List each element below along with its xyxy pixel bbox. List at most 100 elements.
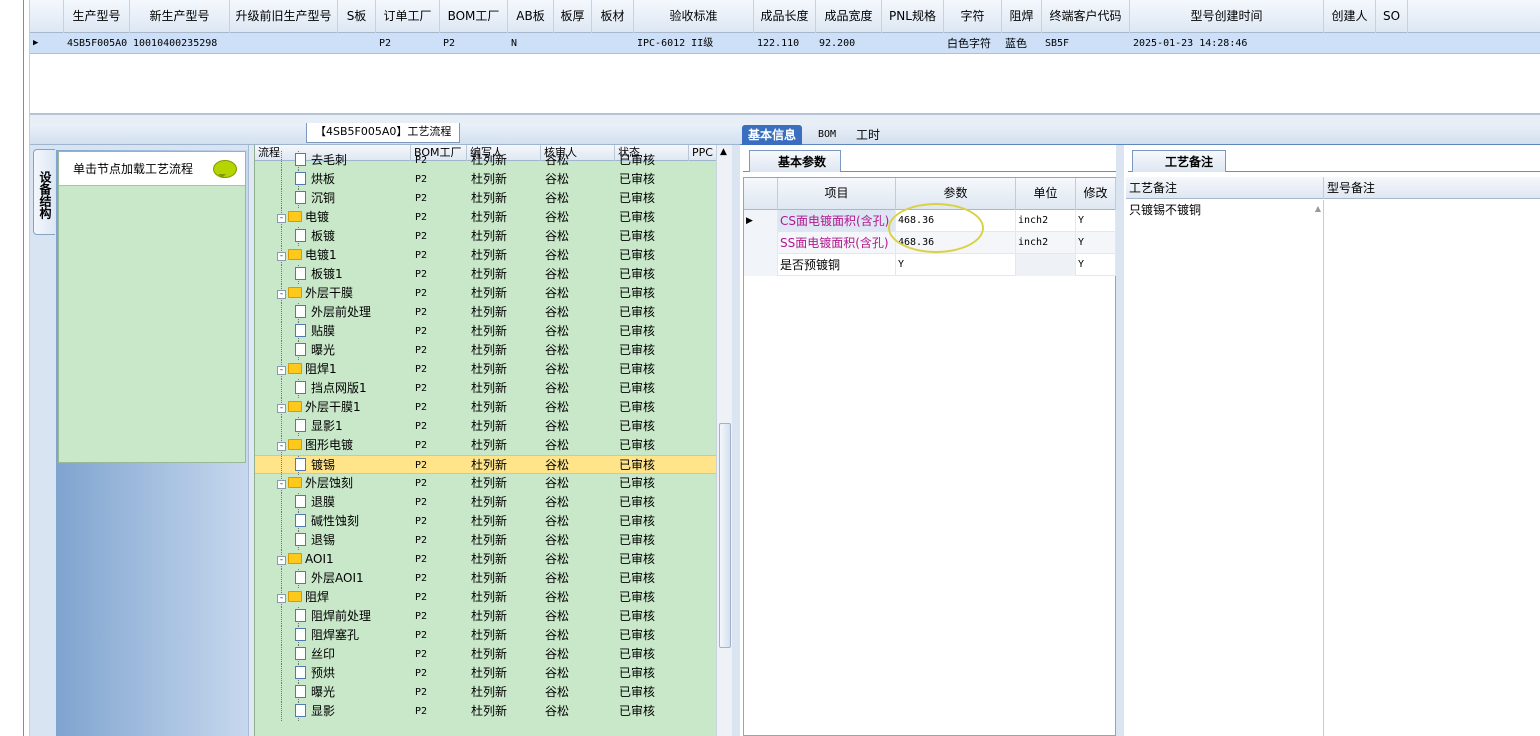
tree-node-label[interactable]: 碱性蚀刻 xyxy=(295,512,359,531)
cell-s-board[interactable] xyxy=(338,33,376,54)
tree-row[interactable]: - 阻焊 P2 杜列新 谷松 已审核 xyxy=(255,588,716,607)
tree-row[interactable]: 阻焊塞孔 P2 杜列新 谷松 已审核 xyxy=(255,626,716,645)
tree-row[interactable]: 外层前处理 P2 杜列新 谷松 已审核 xyxy=(255,303,716,322)
tree-row[interactable]: 贴膜 P2 杜列新 谷松 已审核 xyxy=(255,322,716,341)
tab-basic-info[interactable]: 基本信息 xyxy=(742,125,803,145)
col-header[interactable]: 字符 xyxy=(944,0,1002,33)
col-header[interactable]: S板 xyxy=(338,0,376,33)
tree-row[interactable]: 显影 P2 杜列新 谷松 已审核 xyxy=(255,702,716,721)
tree-node-label[interactable]: 阻焊塞孔 xyxy=(295,626,359,645)
tree-row[interactable]: - AOI1 P2 杜列新 谷松 已审核 xyxy=(255,550,716,569)
cell-order-factory[interactable]: P2 xyxy=(376,33,440,54)
tree-node-label[interactable]: 烘板 xyxy=(295,170,335,189)
tree-node-label[interactable]: 挡点网版1 xyxy=(295,379,367,398)
notes-col-process[interactable]: 工艺备注 xyxy=(1126,177,1324,199)
col-header[interactable]: AB板 xyxy=(508,0,554,33)
tree-node-label[interactable]: 预烘 xyxy=(295,664,335,683)
cell-creator[interactable] xyxy=(1324,33,1376,54)
col-header[interactable]: 升级前旧生产型号 xyxy=(230,0,338,33)
equipment-structure-tab[interactable]: 设备结构 xyxy=(33,149,55,235)
cell-bom-factory[interactable]: P2 xyxy=(440,33,508,54)
tab-hours[interactable]: 工时 xyxy=(850,125,886,145)
col-header[interactable]: 型号创建时间 xyxy=(1130,0,1324,33)
col-header[interactable]: PNL规格 xyxy=(882,0,944,33)
tree-node-label[interactable]: - 外层干膜 xyxy=(277,284,353,303)
tab-basic-params[interactable]: 基本参数 xyxy=(749,150,842,172)
cell-so[interactable] xyxy=(1376,33,1408,54)
tree-node-label[interactable]: 去毛刺 xyxy=(295,151,347,170)
col-header[interactable]: BOM工厂 xyxy=(440,0,508,33)
tree-node-label[interactable]: 外层前处理 xyxy=(295,303,371,322)
tree-row[interactable]: 去毛刺 P2 杜列新 谷松 已审核 xyxy=(255,151,716,170)
tree-node-label[interactable]: 曝光 xyxy=(295,341,335,360)
collapse-icon[interactable]: - xyxy=(277,556,286,565)
tree-row[interactable]: 板镀 P2 杜列新 谷松 已审核 xyxy=(255,227,716,246)
tree-row[interactable]: 阻焊前处理 P2 杜列新 谷松 已审核 xyxy=(255,607,716,626)
tree-row[interactable]: - 外层干膜 P2 杜列新 谷松 已审核 xyxy=(255,284,716,303)
col-header[interactable]: 创建人 xyxy=(1324,0,1376,33)
collapse-icon[interactable]: - xyxy=(277,290,286,299)
param-unit[interactable]: inch2 xyxy=(1016,210,1076,232)
col-header[interactable]: 板厚 xyxy=(554,0,592,33)
collapse-icon[interactable]: - xyxy=(277,442,286,451)
cell-old-model[interactable] xyxy=(230,33,338,54)
scroll-up-icon[interactable]: ▲ xyxy=(720,147,727,157)
tree-node-label[interactable]: - 电镀 xyxy=(277,208,329,227)
tree-row[interactable]: 曝光 P2 杜列新 谷松 已审核 xyxy=(255,683,716,702)
col-header[interactable]: 成品宽度 xyxy=(816,0,882,33)
params-col-mod[interactable]: 修改 xyxy=(1076,178,1116,210)
cell-created[interactable]: 2025-01-23 14:28:46 xyxy=(1130,33,1324,54)
tree-row[interactable]: 退膜 P2 杜列新 谷松 已审核 xyxy=(255,493,716,512)
tree-row[interactable]: 曝光 P2 杜列新 谷松 已审核 xyxy=(255,341,716,360)
tree-node-label[interactable]: 外层AOI1 xyxy=(295,569,364,588)
cell-width[interactable]: 92.200 xyxy=(816,33,882,54)
tree-row[interactable]: - 阻焊1 P2 杜列新 谷松 已审核 xyxy=(255,360,716,379)
col-header[interactable]: 终端客户代码 xyxy=(1042,0,1130,33)
param-mod[interactable]: Y xyxy=(1076,254,1116,276)
vertical-splitter-right[interactable] xyxy=(1116,145,1124,736)
params-col-unit[interactable]: 单位 xyxy=(1016,178,1076,210)
tree-row[interactable]: - 电镀 P2 杜列新 谷松 已审核 xyxy=(255,208,716,227)
tree-node-label[interactable]: 贴膜 xyxy=(295,322,335,341)
col-header[interactable]: 成品长度 xyxy=(754,0,816,33)
load-hint-header[interactable]: 单击节点加载工艺流程 xyxy=(59,152,245,186)
cell-standard[interactable]: IPC-6012 II级 xyxy=(634,33,754,54)
cell-thickness[interactable] xyxy=(554,33,592,54)
tree-node-label[interactable]: 丝印 xyxy=(295,645,335,664)
tree-node-label[interactable]: 阻焊前处理 xyxy=(295,607,371,626)
tree-row[interactable]: 丝印 P2 杜列新 谷松 已审核 xyxy=(255,645,716,664)
tree-row[interactable]: - 图形电镀 P2 杜列新 谷松 已审核 xyxy=(255,436,716,455)
tree-node-label[interactable]: - 外层蚀刻 xyxy=(277,474,353,493)
collapse-icon[interactable]: - xyxy=(277,252,286,261)
collapse-icon[interactable]: - xyxy=(277,214,286,223)
cell-customer[interactable]: SB5F xyxy=(1042,33,1130,54)
tree-node-label[interactable]: - 外层干膜1 xyxy=(277,398,361,417)
param-mod[interactable]: Y xyxy=(1076,210,1116,232)
table-row[interactable]: ▶ 4SB5F005A0 10010400235298 P2 P2 N IPC-… xyxy=(30,33,1540,54)
tree-row[interactable]: 外层AOI1 P2 杜列新 谷松 已审核 xyxy=(255,569,716,588)
tree-row[interactable]: 沉铜 P2 杜列新 谷松 已审核 xyxy=(255,189,716,208)
notes-col-model[interactable]: 型号备注 xyxy=(1324,177,1540,199)
collapse-icon[interactable]: - xyxy=(277,366,286,375)
param-mod[interactable]: Y xyxy=(1076,232,1116,254)
cell-length[interactable]: 122.110 xyxy=(754,33,816,54)
scroll-thumb[interactable] xyxy=(719,423,731,648)
col-header[interactable]: 新生产型号 xyxy=(130,0,230,33)
cell-new-model[interactable]: 10010400235298 xyxy=(130,33,230,54)
col-header[interactable]: 验收标准 xyxy=(634,0,754,33)
tree-node-label[interactable]: - AOI1 xyxy=(277,550,334,569)
process-note-field[interactable]: 只镀锡不镀铜 ▲ xyxy=(1126,200,1324,736)
tree-row[interactable]: 镀锡 P2 杜列新 谷松 已审核 xyxy=(255,455,716,475)
col-header[interactable]: 订单工厂 xyxy=(376,0,440,33)
tree-node-label[interactable]: 退锡 xyxy=(295,531,335,550)
tree-node-label[interactable]: 退膜 xyxy=(295,493,335,512)
tree-row[interactable]: - 外层蚀刻 P2 杜列新 谷松 已审核 xyxy=(255,474,716,493)
cell-solder[interactable]: 蓝色 xyxy=(1002,33,1042,54)
col-header[interactable]: 生产型号 xyxy=(64,0,130,33)
tree-node-label[interactable]: 显影 xyxy=(295,702,335,721)
tree-row[interactable]: 板镀1 P2 杜列新 谷松 已审核 xyxy=(255,265,716,284)
param-unit[interactable] xyxy=(1016,254,1076,276)
tree-node-label[interactable]: 板镀 xyxy=(295,227,335,246)
tab-bom[interactable]: BOM xyxy=(812,125,842,145)
tree-row[interactable]: 碱性蚀刻 P2 杜列新 谷松 已审核 xyxy=(255,512,716,531)
